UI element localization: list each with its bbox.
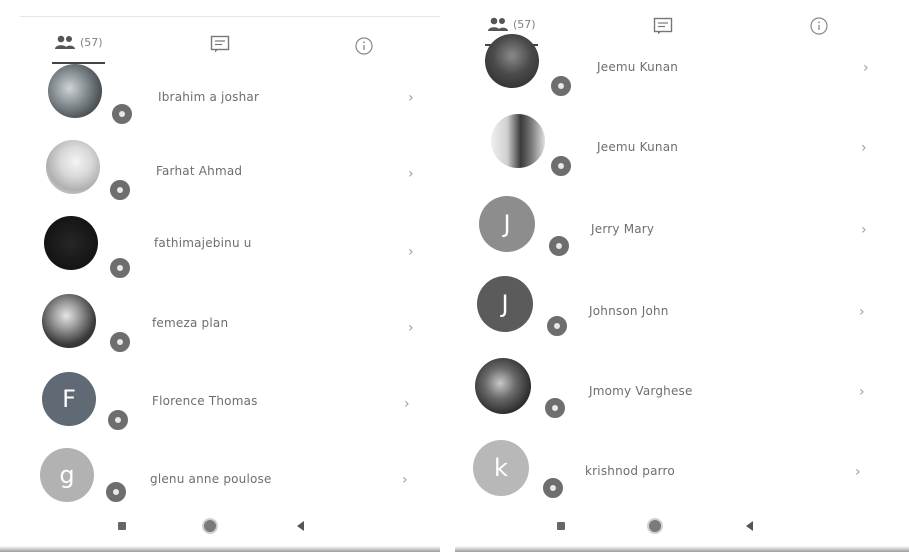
contact-name: Jeemu Kunan <box>597 60 679 74</box>
contact-row[interactable]: fathimajebinu u › <box>0 216 440 296</box>
bottom-edge <box>455 546 909 552</box>
contact-name: Ibrahim a joshar <box>158 90 260 104</box>
tab-bar: (57) <box>0 0 440 64</box>
status-badge-icon <box>547 234 571 258</box>
contact-row[interactable]: Jmomy Varghese › <box>455 354 909 434</box>
nav-home-button[interactable] <box>645 516 665 536</box>
nav-home-icon <box>204 520 216 532</box>
status-badge-icon <box>110 102 134 126</box>
contact-name: fathimajebinu u <box>154 236 252 250</box>
chevron-right-icon: › <box>863 60 869 76</box>
contact-avatar <box>46 140 100 194</box>
contact-avatar: k <box>473 440 529 496</box>
bottom-edge <box>0 546 440 552</box>
contact-name: glenu anne poulose <box>150 472 272 486</box>
chevron-right-icon: › <box>408 90 414 106</box>
tab-members[interactable]: (57) <box>52 20 105 64</box>
contact-row[interactable]: J Johnson John › <box>455 274 909 354</box>
contact-avatar <box>42 294 96 348</box>
avatar-initial: g <box>59 461 75 489</box>
contact-avatar <box>485 34 539 88</box>
status-badge-icon <box>108 178 132 202</box>
nav-recents-button[interactable] <box>551 516 571 536</box>
status-badge-icon <box>106 408 130 432</box>
avatar-initial: k <box>494 454 508 482</box>
status-badge-icon <box>108 256 132 280</box>
nav-recents-button[interactable] <box>112 516 132 536</box>
contact-name: krishnod parro <box>585 464 675 478</box>
chevron-right-icon: › <box>859 384 865 400</box>
right-screen: (57) Jeemu Kunan › Jeemu Kunan › J Jerry… <box>455 0 909 552</box>
contact-name: Jerry Mary <box>591 222 655 236</box>
chat-icon <box>210 35 230 53</box>
contact-name: Johnson John <box>589 304 669 318</box>
members-count: (57) <box>513 17 536 31</box>
contact-avatar <box>48 64 102 118</box>
nav-square-icon <box>118 522 126 530</box>
contact-avatar: J <box>477 276 533 332</box>
contact-name: Florence Thomas <box>152 394 258 408</box>
contact-avatar <box>491 114 545 168</box>
chevron-right-icon: › <box>408 320 414 336</box>
status-badge-icon <box>541 476 565 500</box>
nav-home-button[interactable] <box>200 516 220 536</box>
avatar-initial: F <box>62 385 76 413</box>
contact-avatar: J <box>479 196 535 252</box>
status-badge-icon <box>108 330 132 354</box>
avatar-initial: J <box>501 290 509 318</box>
nav-back-icon <box>745 521 753 531</box>
left-screen: (57) Ibrahim a joshar › Farhat Ahmad › f… <box>0 0 440 552</box>
contact-row[interactable]: Jeemu Kunan › <box>455 30 909 110</box>
contact-row[interactable]: Farhat Ahmad › <box>0 140 440 220</box>
contact-row[interactable]: Jeemu Kunan › <box>455 112 909 192</box>
contact-name: Farhat Ahmad <box>156 164 243 178</box>
contact-row[interactable]: Ibrahim a joshar › <box>0 62 440 142</box>
chevron-right-icon: › <box>402 472 408 488</box>
chevron-right-icon: › <box>408 166 414 182</box>
status-badge-icon <box>549 74 573 98</box>
nav-bar <box>0 500 440 552</box>
chevron-right-icon: › <box>855 464 861 480</box>
tab-chat[interactable] <box>210 22 230 66</box>
members-count: (57) <box>80 35 103 49</box>
contact-avatar: g <box>40 448 94 502</box>
contact-row[interactable]: J Jerry Mary › <box>455 192 909 272</box>
status-badge-icon <box>543 396 567 420</box>
contact-name: Jmomy Varghese <box>589 384 693 398</box>
contact-name: Jeemu Kunan <box>597 140 679 154</box>
status-badge-icon <box>549 154 573 178</box>
nav-home-icon <box>649 520 661 532</box>
chevron-right-icon: › <box>408 244 414 260</box>
status-badge-icon <box>545 314 569 338</box>
contact-avatar: F <box>42 372 96 426</box>
contact-avatar <box>475 358 531 414</box>
nav-back-button[interactable] <box>739 516 759 536</box>
nav-back-icon <box>296 521 304 531</box>
nav-bar <box>455 500 909 552</box>
contact-row[interactable]: F Florence Thomas › <box>0 370 440 450</box>
chevron-right-icon: › <box>404 396 410 412</box>
chevron-right-icon: › <box>861 140 867 156</box>
avatar-initial: J <box>503 210 511 238</box>
chevron-right-icon: › <box>859 304 865 320</box>
people-icon <box>55 35 75 49</box>
chevron-right-icon: › <box>861 222 867 238</box>
contact-name: femeza plan <box>152 316 229 330</box>
nav-back-button[interactable] <box>290 516 310 536</box>
contact-row[interactable]: femeza plan › <box>0 294 440 374</box>
contact-avatar <box>44 216 98 270</box>
info-icon <box>355 37 373 55</box>
nav-square-icon <box>557 522 565 530</box>
